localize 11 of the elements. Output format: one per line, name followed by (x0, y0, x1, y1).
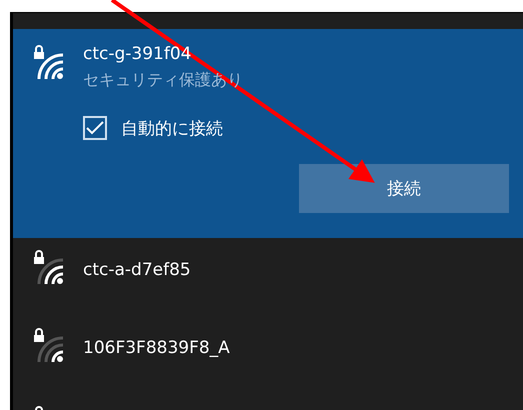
checkbox-label: 自動的に接続 (121, 118, 223, 140)
wifi-icon (33, 248, 65, 286)
checkbox[interactable] (83, 116, 107, 140)
network-name: ctc-a-d7ef85 (83, 260, 191, 280)
wifi-icon (33, 43, 65, 81)
connect-button[interactable]: 接続 (299, 164, 509, 213)
network-name: ctc-g-391f04 (83, 44, 192, 64)
network-name: 106F3F8839F8_A (83, 338, 230, 358)
network-item[interactable]: ctc-a-d7ef85 (13, 238, 523, 316)
network-item[interactable]: 106F3F8839F8_A (13, 316, 523, 394)
wifi-icon (33, 326, 65, 364)
